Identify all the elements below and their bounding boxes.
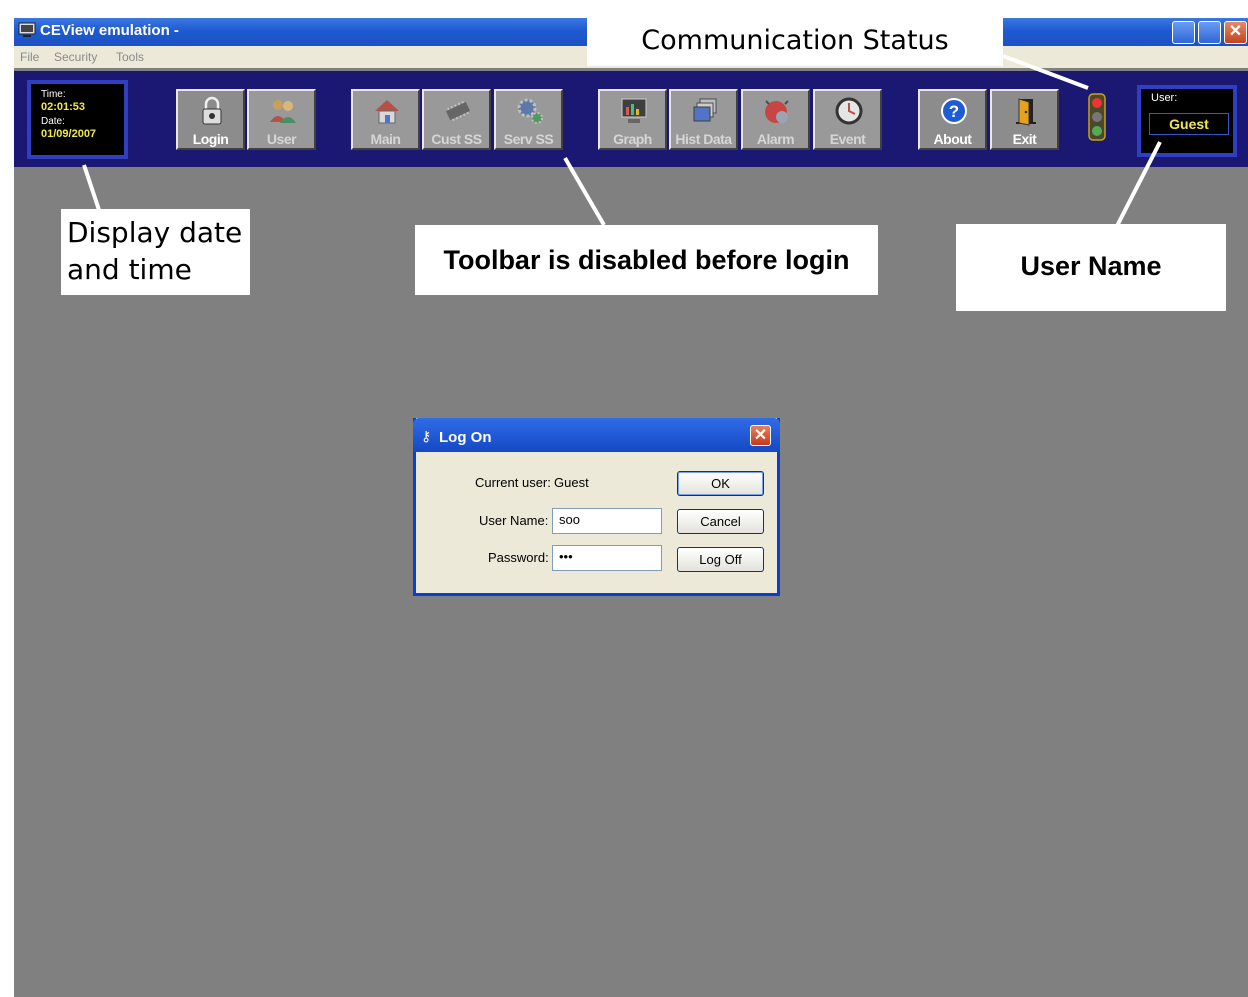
datetime-callout: Display date and time — [61, 209, 250, 295]
callout-leader-lines — [82, 54, 1162, 227]
communication-status-callout: Communication Status — [587, 16, 1003, 66]
datetime-callout-line-1: Display date — [67, 216, 243, 249]
datetime-callout-line-2: and time — [67, 253, 192, 286]
user-name-callout: User Name — [956, 224, 1226, 311]
toolbar-disabled-callout: Toolbar is disabled before login — [415, 225, 878, 295]
